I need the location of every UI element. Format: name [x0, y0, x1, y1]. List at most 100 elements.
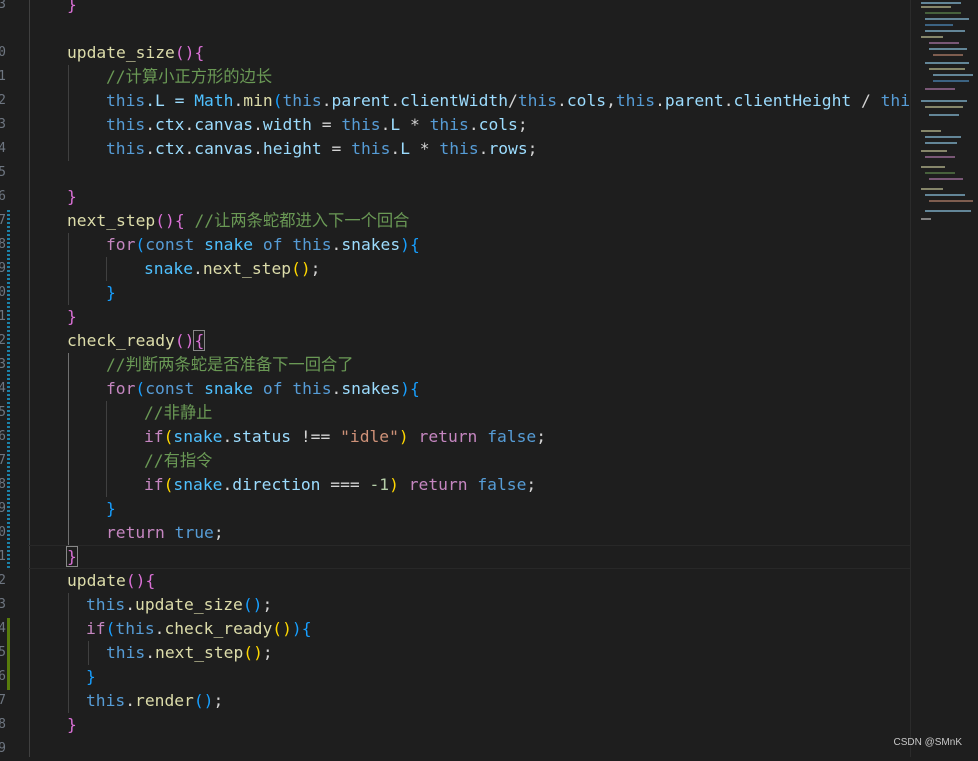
- minimap-line: [925, 30, 965, 32]
- indent-guide: [68, 593, 69, 713]
- line-number: 0: [0, 525, 6, 540]
- method-name: next_step: [67, 211, 156, 230]
- line-number: 7: [0, 213, 6, 228]
- minimap-line: [933, 54, 963, 56]
- indent-guide: [106, 257, 107, 281]
- code-comment: //判断两条蛇是否准备下一回合了: [106, 355, 354, 374]
- line-number: 5: [0, 645, 6, 660]
- git-modified-indicator[interactable]: [7, 210, 10, 570]
- line-number: 9: [0, 261, 6, 276]
- code-line: for(const snake of this.snakes){: [106, 235, 420, 254]
- indent-guide: [88, 641, 89, 665]
- minimap-line: [921, 2, 961, 4]
- code-line: for(const snake of this.snakes){: [106, 379, 420, 398]
- code-comment: //有指令: [144, 451, 213, 470]
- minimap-line: [921, 130, 941, 132]
- method-name: update: [67, 571, 126, 590]
- line-number: 4: [0, 621, 6, 636]
- minimap-line: [921, 188, 943, 190]
- code-line: }: [106, 283, 116, 302]
- line-number: 3: [0, 0, 6, 12]
- minimap-line: [925, 136, 961, 138]
- indent-guide: [68, 65, 69, 161]
- line-number: 2: [0, 333, 6, 348]
- code-line: this.ctx.canvas.height = this.L * this.r…: [106, 139, 538, 158]
- minimap-line: [921, 150, 947, 152]
- code-line: this.next_step();: [106, 643, 273, 662]
- git-added-indicator[interactable]: [7, 618, 10, 690]
- minimap-line: [929, 114, 959, 116]
- line-number: 8: [0, 477, 6, 492]
- indent-guide-active: [68, 353, 69, 545]
- minimap-line: [925, 106, 963, 108]
- code-line: this.L = Math.min(this.parent.clientWidt…: [106, 91, 910, 110]
- code-line: update(){: [67, 571, 156, 590]
- minimap-line: [929, 68, 965, 70]
- minimap-line: [925, 88, 955, 90]
- minimap-line: [921, 218, 931, 220]
- minimap-line: [921, 36, 943, 38]
- line-number: 8: [0, 237, 6, 252]
- minimap-line: [921, 6, 951, 8]
- minimap-line: [925, 12, 961, 14]
- line-number: 3: [0, 597, 6, 612]
- code-comment: //非静止: [144, 403, 213, 422]
- line-number: 9: [0, 741, 6, 756]
- code-line: }: [86, 667, 96, 686]
- minimap[interactable]: [910, 0, 978, 757]
- minimap-line: [925, 156, 955, 158]
- code-line: }: [67, 187, 77, 206]
- line-number: 7: [0, 693, 6, 708]
- line-number: 3: [0, 357, 6, 372]
- line-number: 6: [0, 429, 6, 444]
- minimap-line: [925, 210, 971, 212]
- minimap-line: [925, 24, 953, 26]
- code-line: this.ctx.canvas.width = this.L * this.co…: [106, 115, 528, 134]
- current-line-highlight: [28, 545, 910, 569]
- code-line: update_size(){: [67, 43, 205, 62]
- method-name: update_size: [67, 43, 175, 62]
- code-line: }: [106, 499, 116, 518]
- code-comment: //计算小正方形的边长: [106, 67, 273, 86]
- line-number: 0: [0, 45, 6, 60]
- line-number: 0: [0, 285, 6, 300]
- code-line: if(this.check_ready()){: [86, 619, 312, 638]
- line-number: 7: [0, 453, 6, 468]
- code-line: }: [66, 546, 78, 567]
- line-number: 5: [0, 405, 6, 420]
- method-name: check_ready: [67, 331, 175, 350]
- line-number: 1: [0, 549, 6, 564]
- minimap-line: [929, 200, 973, 202]
- code-line: if(snake.status !== "idle") return false…: [144, 427, 547, 446]
- code-line: }: [67, 307, 77, 326]
- minimap-line: [925, 18, 969, 20]
- line-number: 3: [0, 117, 6, 132]
- code-line: }: [67, 0, 77, 14]
- line-number: 2: [0, 573, 6, 588]
- code-line: this.update_size();: [86, 595, 273, 614]
- line-number: 1: [0, 309, 6, 324]
- watermark: CSDN @SMnK: [893, 737, 963, 748]
- indent-guide: [106, 401, 107, 497]
- code-line: }: [67, 715, 77, 734]
- line-number: 6: [0, 669, 6, 684]
- minimap-line: [925, 194, 965, 196]
- code-editor[interactable]: } update_size(){ //计算小正方形的边长 this.L = Ma…: [28, 0, 910, 757]
- line-number-gutter: 3 0 1 2 3 4 5 6 7 8 9 0 1 2 3 4 5 6 7 8 …: [0, 0, 28, 757]
- minimap-line: [921, 100, 967, 102]
- code-line: if(snake.direction === -1) return false;: [144, 475, 537, 494]
- code-line: snake.next_step();: [144, 259, 321, 278]
- minimap-line: [933, 80, 969, 82]
- indent-guide: [29, 0, 30, 757]
- code-line: check_ready(){: [67, 330, 206, 351]
- line-number: 5: [0, 165, 6, 180]
- line-number: 1: [0, 69, 6, 84]
- code-line: this.render();: [86, 691, 224, 710]
- indent-guide: [68, 233, 69, 305]
- code-line: next_step(){ //让两条蛇都进入下一个回合: [67, 211, 410, 230]
- line-number: 4: [0, 141, 6, 156]
- line-number: 9: [0, 501, 6, 516]
- code-line: return true;: [106, 523, 224, 542]
- line-number: 2: [0, 93, 6, 108]
- line-number: 8: [0, 717, 6, 732]
